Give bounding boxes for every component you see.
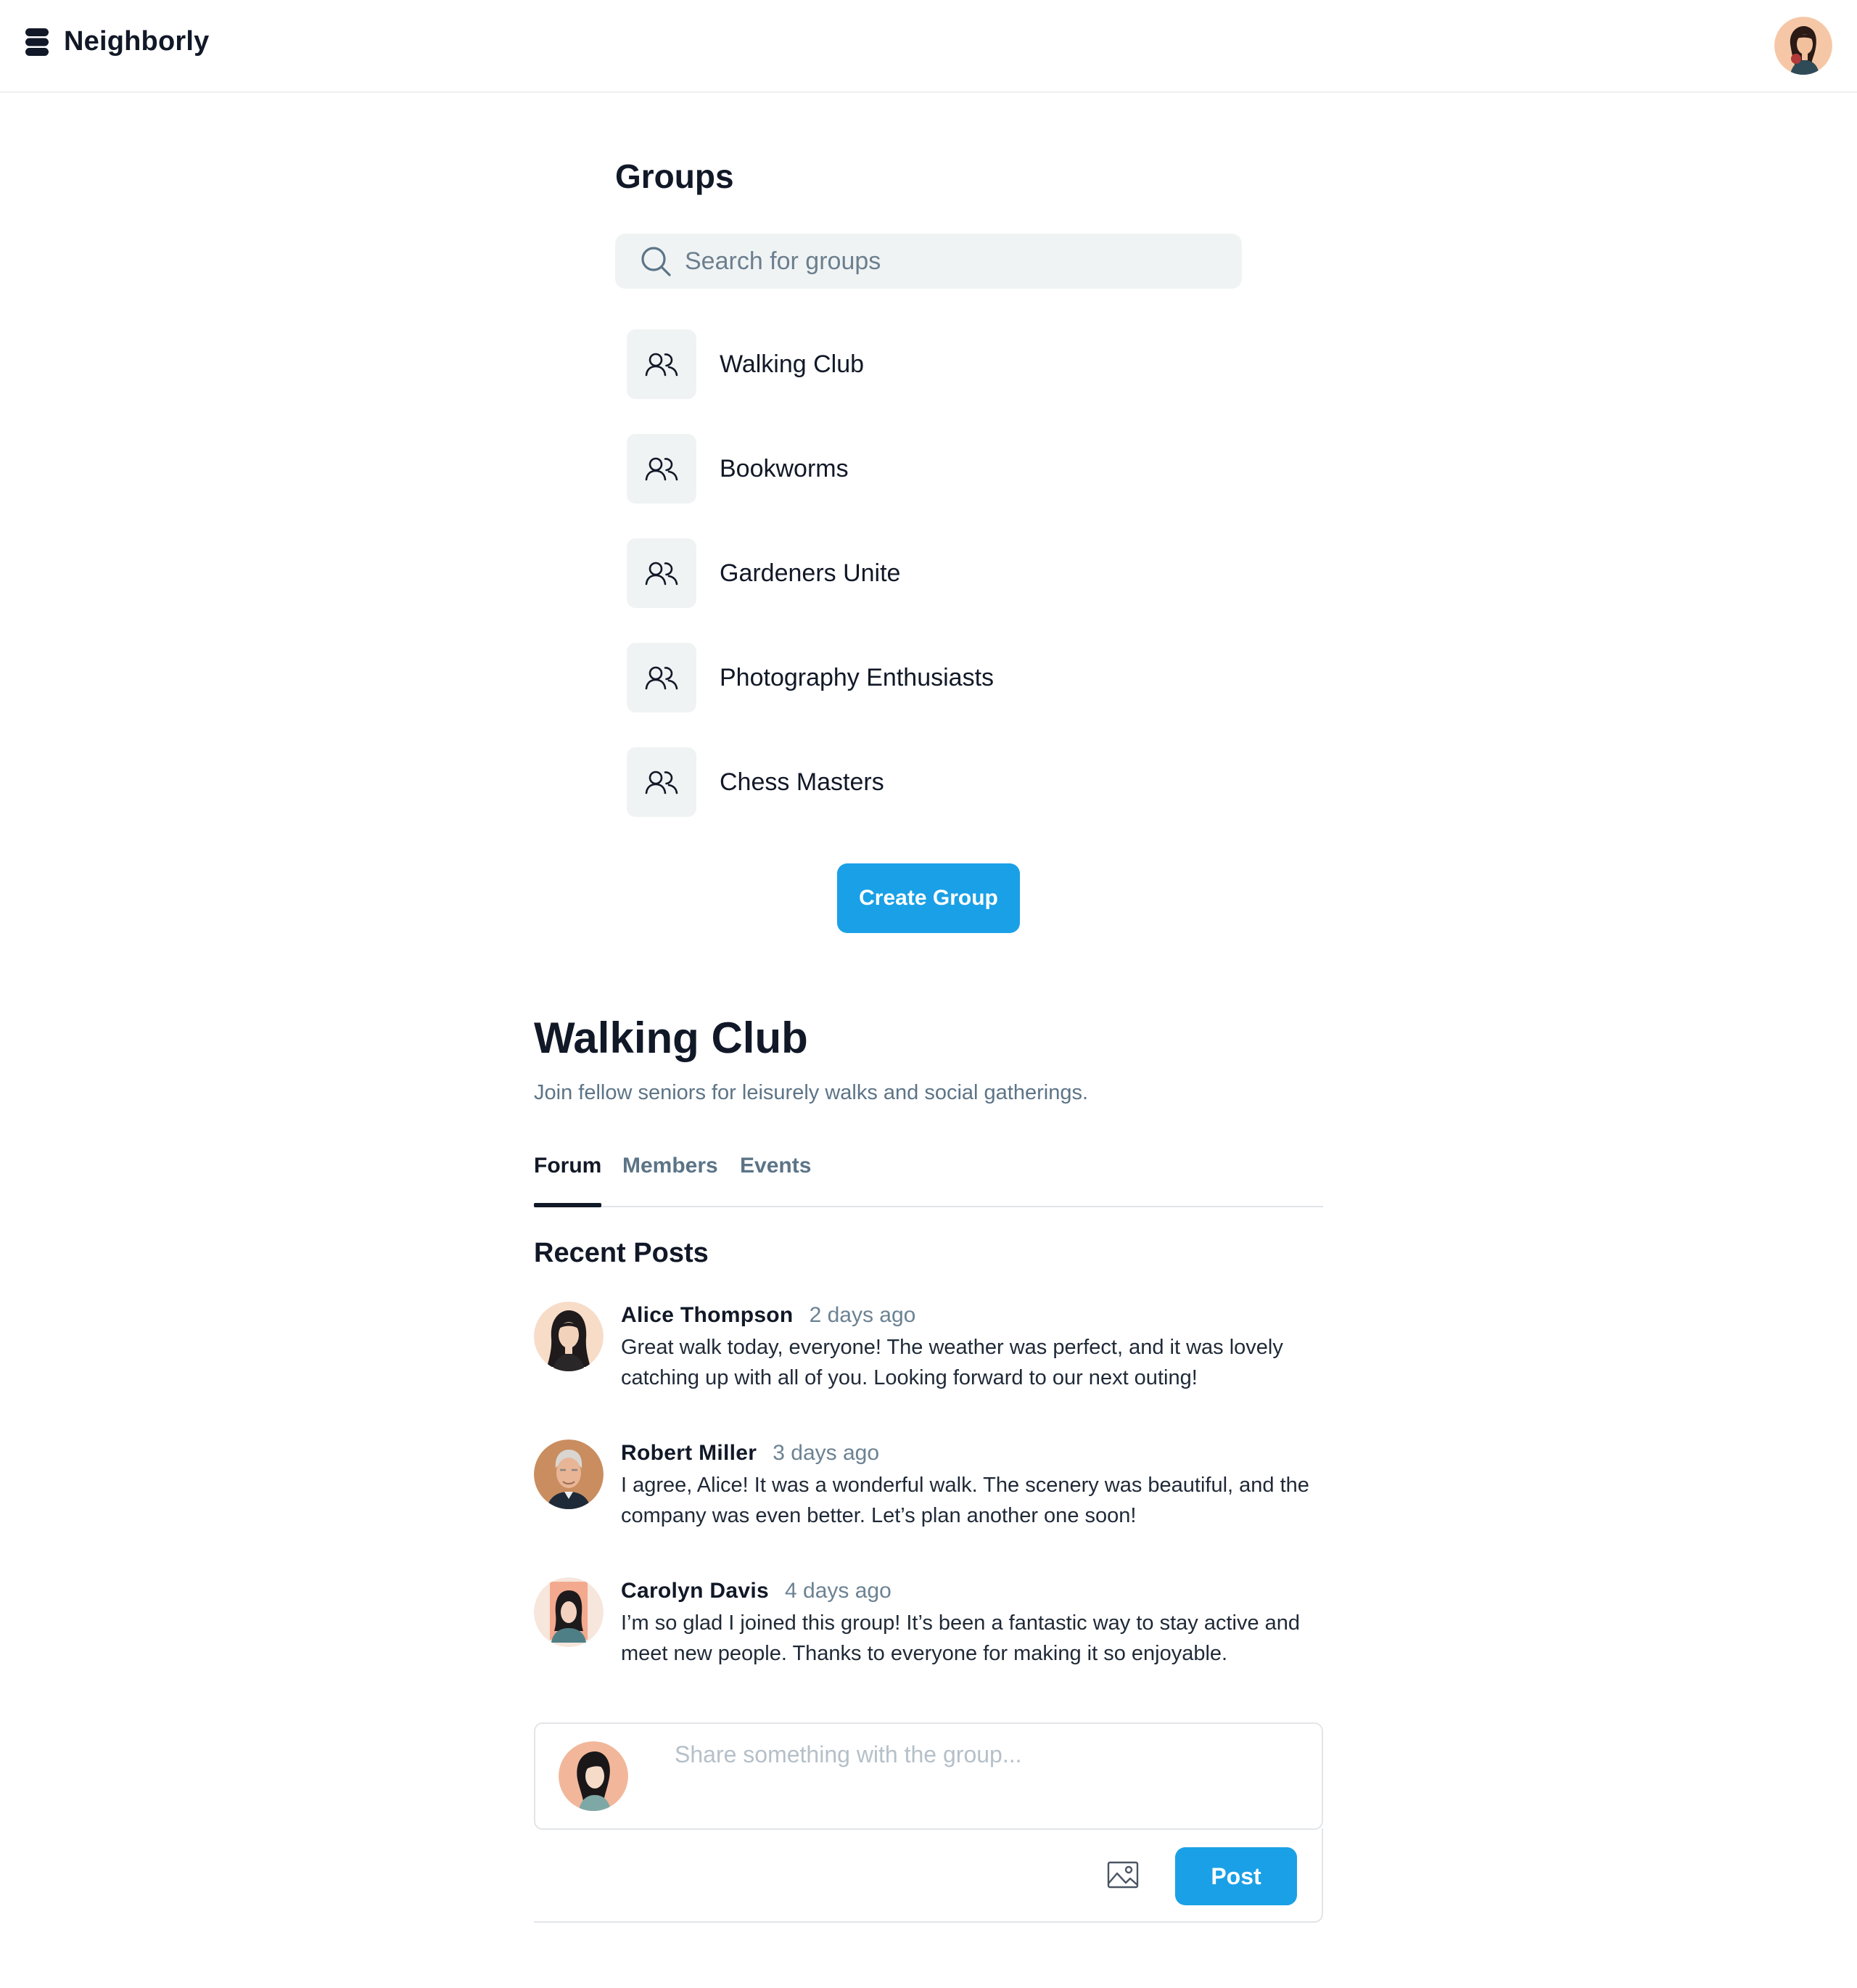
tab-forum[interactable]: Forum	[534, 1154, 602, 1207]
avatar[interactable]	[534, 1577, 604, 1647]
group-item-photography-enthusiasts[interactable]: Photography Enthusiasts	[627, 643, 994, 712]
post-timestamp: 2 days ago	[809, 1303, 916, 1327]
group-tile	[627, 434, 696, 504]
forum-post: Alice Thompson 2 days ago Great walk toda…	[534, 1302, 1323, 1418]
post-body: I’m so glad I joined this group! It’s be…	[621, 1611, 1301, 1665]
post-body: I agree, Alice! It was a wonderful walk.…	[621, 1474, 1309, 1527]
group-search-input[interactable]	[685, 234, 1222, 289]
group-tile	[627, 538, 696, 608]
user-avatar[interactable]	[1774, 17, 1832, 75]
post-header: Robert Miller 3 days ago	[621, 1441, 879, 1466]
avatar[interactable]	[534, 1439, 604, 1509]
post-button[interactable]: Post	[1175, 1847, 1297, 1905]
forum-post: Carolyn Davis 4 days ago I’m so glad I jo…	[534, 1577, 1323, 1693]
create-group-button[interactable]: Create Group	[837, 863, 1020, 933]
top-navigation-bar: Neighborly	[0, 0, 1857, 93]
group-tile	[627, 329, 696, 399]
image-icon[interactable]	[1107, 1860, 1139, 1889]
composer-actions: Post	[534, 1828, 1323, 1923]
group-label: Bookworms	[720, 454, 849, 482]
forum-post: Robert Miller 3 days ago I agree, Alice! …	[534, 1439, 1323, 1556]
recent-posts-heading: Recent Posts	[534, 1238, 709, 1268]
group-label: Walking Club	[720, 350, 865, 378]
group-label: Chess Masters	[720, 768, 884, 796]
users-icon	[645, 771, 678, 794]
post-composer-input[interactable]	[675, 1741, 1298, 1814]
users-icon	[645, 353, 678, 377]
group-item-chess-masters[interactable]: Chess Masters	[627, 747, 884, 817]
post-author[interactable]: Alice Thompson	[621, 1303, 794, 1327]
post-header: Alice Thompson 2 days ago	[621, 1303, 915, 1328]
group-label: Photography Enthusiasts	[720, 663, 995, 691]
club-description: Join fellow seniors for leisurely walks …	[534, 1081, 1089, 1104]
group-item-bookworms[interactable]: Bookworms	[627, 434, 849, 504]
post-timestamp: 4 days ago	[784, 1579, 892, 1603]
club-title: Walking Club	[534, 1014, 808, 1062]
group-tile	[627, 747, 696, 817]
avatar-image	[559, 1741, 628, 1811]
group-item-gardeners-unite[interactable]: Gardeners Unite	[627, 538, 900, 608]
group-item-walking-club[interactable]: Walking Club	[627, 329, 864, 399]
brand[interactable]: Neighborly	[25, 26, 209, 57]
avatar-image	[534, 1439, 604, 1509]
app-name: Neighborly	[64, 26, 210, 57]
post-body: Great walk today, everyone! The weather …	[621, 1336, 1283, 1389]
users-icon	[645, 666, 678, 690]
group-tile	[627, 643, 696, 712]
avatar-image	[534, 1302, 604, 1371]
group-label: Gardeners Unite	[720, 559, 901, 587]
tab-events[interactable]: Events	[740, 1154, 811, 1204]
post-timestamp: 3 days ago	[773, 1441, 880, 1465]
search-icon	[641, 247, 671, 276]
stacked-layers-icon	[25, 28, 49, 56]
avatar	[559, 1741, 628, 1811]
user-avatar-image	[1774, 17, 1832, 75]
group-search-bar[interactable]	[615, 234, 1242, 289]
post-author[interactable]: Carolyn Davis	[621, 1579, 769, 1603]
club-tabs: Forum Members Events	[534, 1154, 1323, 1207]
post-author[interactable]: Robert Miller	[621, 1441, 757, 1465]
users-icon	[645, 562, 678, 586]
post-header: Carolyn Davis 4 days ago	[621, 1579, 892, 1603]
post-composer	[534, 1722, 1323, 1830]
tab-members[interactable]: Members	[622, 1154, 718, 1204]
groups-heading: Groups	[615, 157, 734, 195]
avatar-image	[534, 1577, 604, 1647]
avatar[interactable]	[534, 1302, 604, 1371]
users-icon	[645, 457, 678, 481]
